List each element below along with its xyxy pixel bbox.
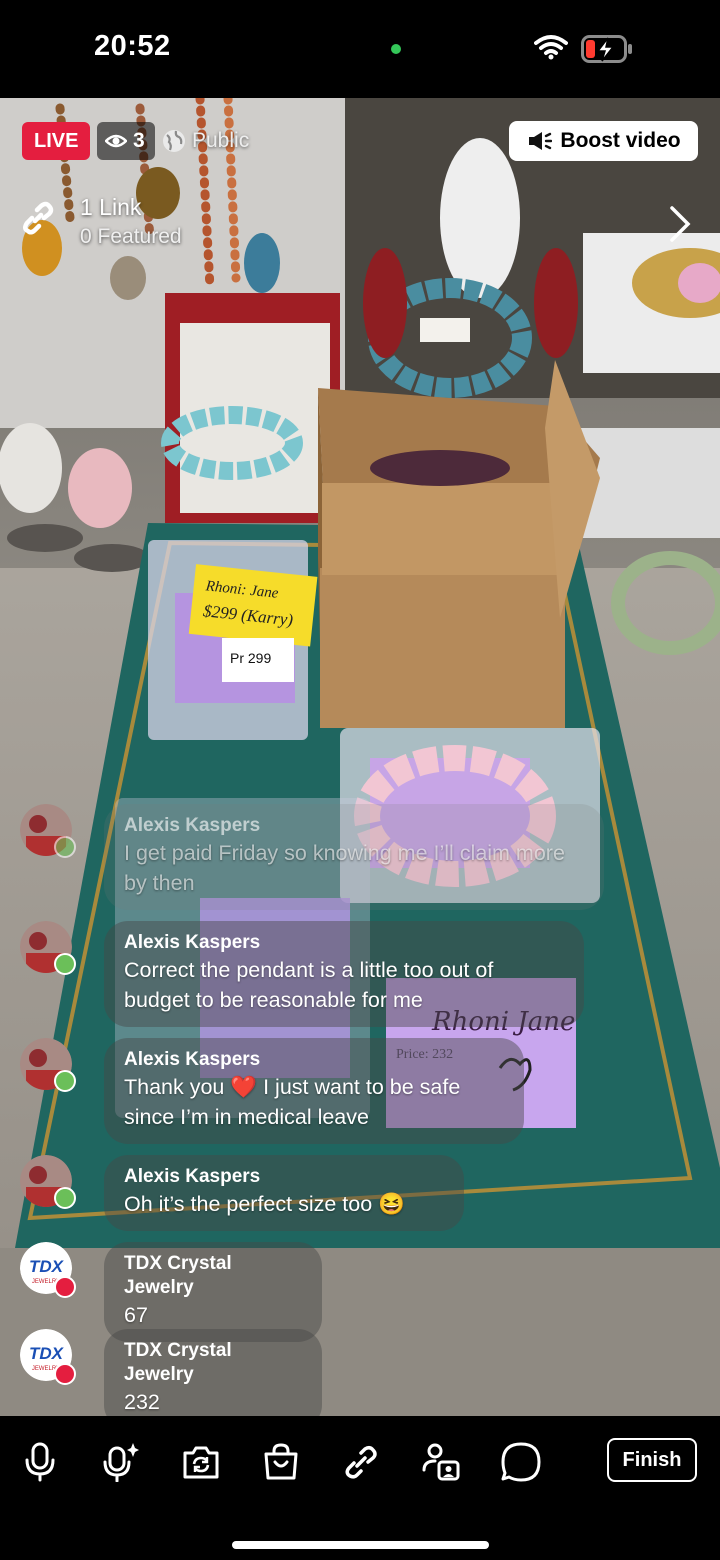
live-video-feed[interactable]: Rhoni: Jane $299 (Karry) Pr 299 Rhoni Ja… <box>0 98 720 1416</box>
live-stream-screen: 20:52 Rhoni: Jane $299 (Karry) Pr 299 Rh… <box>0 0 720 1560</box>
viewer-count[interactable]: 3 <box>97 122 155 160</box>
boost-video-button[interactable]: Boost video <box>509 121 698 161</box>
comment-text: Correct the pendant is a little too out … <box>124 958 494 1012</box>
comment-button[interactable] <box>499 1440 543 1484</box>
comment-author: Alexis Kaspers <box>124 1049 261 1070</box>
microphone-icon <box>25 1442 55 1482</box>
wifi-icon <box>534 35 568 60</box>
status-time: 20:52 <box>94 30 171 62</box>
comment-author: TDX Crystal Jewelry <box>124 1340 232 1385</box>
add-link-button[interactable] <box>339 1440 383 1484</box>
shop-button[interactable] <box>259 1440 303 1484</box>
comment-author: Alexis Kaspers <box>124 1166 261 1187</box>
flip-camera-button[interactable] <box>179 1440 223 1484</box>
link-count: 1 Link <box>80 194 142 220</box>
eye-icon <box>105 134 127 148</box>
finish-button[interactable]: Finish <box>607 1438 697 1482</box>
camera-flip-icon <box>183 1446 219 1479</box>
commenter-badge <box>54 1187 76 1209</box>
brand-avatar-text: TDX <box>29 1257 65 1276</box>
link-icon <box>23 201 54 235</box>
brand-avatar-text: TDX <box>29 1344 65 1363</box>
comment-text: Thank you ❤️ I just want to be safe sinc… <box>124 1075 461 1129</box>
live-badge: LIVE <box>22 122 91 160</box>
comment-text: I get paid Friday so knowing me I’ll cla… <box>124 841 565 895</box>
camera-in-use-indicator <box>391 44 401 54</box>
sparkle-microphone-icon <box>103 1443 139 1482</box>
comment-bubble-icon <box>501 1442 541 1482</box>
voice-effects-button[interactable] <box>99 1440 143 1484</box>
link-icon <box>345 1445 377 1479</box>
host-badge <box>54 1276 76 1298</box>
comment-text: 67 <box>124 1303 148 1327</box>
megaphone-icon <box>529 132 553 150</box>
commenter-badge <box>54 836 76 858</box>
live-controls-toolbar: Finish <box>0 1416 720 1560</box>
guest-user-icon <box>422 1443 460 1481</box>
visibility-label: Public <box>192 129 250 152</box>
featured-links[interactable]: 1 Link 0 Featured <box>18 192 182 252</box>
comment-author: TDX Crystal Jewelry <box>124 1253 232 1298</box>
chevron-right-icon[interactable] <box>668 204 692 244</box>
viewer-count-number: 3 <box>133 129 145 152</box>
status-bar: 20:52 <box>0 0 720 98</box>
globe-icon <box>163 130 185 152</box>
comment-author: Alexis Kaspers <box>124 815 261 836</box>
comment-text: Oh it’s the perfect size too 😆 <box>124 1192 405 1216</box>
featured-count: 0 Featured <box>80 225 182 248</box>
comment-text: 232 <box>124 1390 160 1414</box>
microphone-button[interactable] <box>18 1440 62 1484</box>
host-badge <box>54 1363 76 1385</box>
commenter-badge <box>54 1070 76 1092</box>
audience-visibility[interactable]: Public <box>162 122 249 160</box>
comment-author: Alexis Kaspers <box>124 932 261 953</box>
battery-icon <box>581 35 632 63</box>
tag-price-text: Pr 299 <box>230 650 271 666</box>
commenter-badge <box>54 953 76 975</box>
home-indicator[interactable] <box>232 1541 489 1549</box>
shopping-bag-icon <box>264 1443 298 1480</box>
guests-button[interactable] <box>419 1440 463 1484</box>
boost-video-label: Boost video <box>560 129 681 152</box>
